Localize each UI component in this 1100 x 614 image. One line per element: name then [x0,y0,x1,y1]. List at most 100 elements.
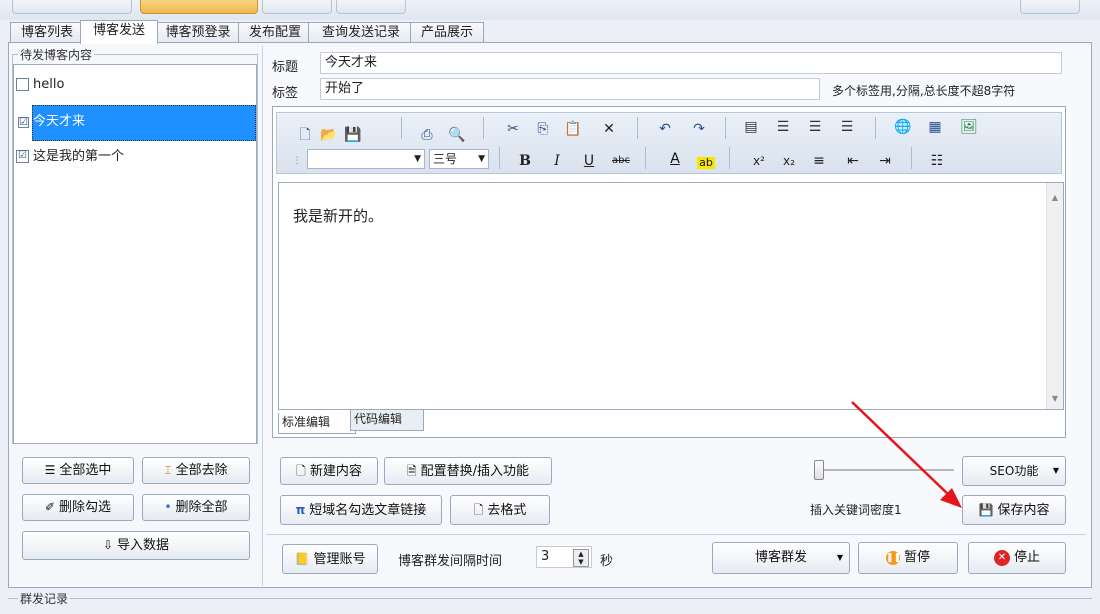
paste-icon[interactable]: 📋 [563,119,583,139]
scroll-down-icon[interactable]: ▼ [1047,394,1063,403]
chevron-down-icon: ▼ [1052,466,1059,475]
list-item-label: hello [33,77,65,92]
delete-checked-label: 删除勾选 [59,500,112,515]
link-icon[interactable]: 🌐 [893,117,913,137]
deselect-all-button[interactable]: ⌶ 全部去除 [142,457,250,484]
print-icon[interactable]: ⎙ [417,125,437,145]
tab-blog-prelogin[interactable]: 博客预登录 [154,22,242,43]
list-item[interactable]: ☑ 这是我的第一个 [16,145,124,169]
italic-icon[interactable]: I [547,151,567,171]
align-justify-icon[interactable]: ▤ [741,117,761,137]
seo-button[interactable]: SEO功能 ▼ [962,456,1066,486]
spin-arrows-icon[interactable]: ▲ ▼ [573,549,589,567]
new-doc-icon[interactable]: 🗋 [295,125,315,145]
strikethrough-icon[interactable]: abc [611,151,631,171]
align-center-icon[interactable]: ☰ [805,117,825,137]
editor-toolbar: 🗋 📂 💾 ⎙ 🔍 ✂ ⎘ 📋 ✕ ↶ ↷ ▤ ☰ ☰ ☰ 🌐 ▦ 🖼 ⋮ ▼ … [276,112,1062,174]
list-item-selected[interactable]: 今天才来 [32,105,256,141]
stop-button[interactable]: ✕ 停止 [968,542,1066,574]
tab-code-edit[interactable]: 代码编辑 [350,410,424,431]
tab-query-records[interactable]: 查询发送记录 [308,22,414,43]
tab-blog-list[interactable]: 博客列表 [10,22,84,43]
stop-label: 停止 [1013,550,1040,565]
redo-icon[interactable]: ↷ [689,119,709,139]
tags-hint: 多个标签用,分隔,总长度不超8字符 [832,84,1016,98]
deselect-all-label: 全部去除 [175,463,228,478]
clear-format-button[interactable]: 🗋 去格式 [450,495,550,525]
density-slider-thumb[interactable] [814,460,824,480]
tags-label: 标签 [272,86,299,101]
pending-content-title: 待发博客内容 [18,46,95,63]
open-folder-icon[interactable]: 📂 [319,125,339,145]
align-left-icon[interactable]: ☰ [773,117,793,137]
scroll-up-icon[interactable]: ▲ [1047,193,1063,202]
top-button-2[interactable] [140,0,258,14]
bold-icon[interactable]: B [515,151,535,171]
list-item[interactable]: hello [16,73,64,97]
top-button-1[interactable] [12,0,132,14]
eraser-icon: ✐ [44,500,56,514]
table-icon[interactable]: ▦ [925,117,945,137]
underline-icon[interactable]: U [579,151,599,171]
outdent-icon[interactable]: ⇤ [843,151,863,171]
select-all-button[interactable]: ☰ 全部选中 [22,457,134,484]
top-button-4[interactable] [336,0,406,14]
checkbox-checked[interactable]: ☑ [16,150,29,163]
import-icon: ⇩ [102,538,114,552]
font-family-select[interactable]: ▼ [307,149,425,169]
font-size-select[interactable]: 三号 ▼ [429,149,489,169]
checkbox-checked[interactable]: ☑ [18,117,29,128]
manage-accounts-button[interactable]: 📒 管理账号 [282,544,378,574]
save-content-button[interactable]: 💾 保存内容 [962,495,1066,525]
top-button-5[interactable] [1020,0,1080,14]
separator [875,117,876,139]
ordered-list-icon[interactable]: ≡ [809,151,829,171]
source-icon[interactable]: ☷ [927,151,947,171]
seo-label: SEO功能 [989,464,1039,478]
import-data-button[interactable]: ⇩ 导入数据 [22,531,250,560]
list-item-label: 今天才来 [33,114,86,129]
cut-icon[interactable]: ✂ [503,119,523,139]
interval-label: 博客群发间隔时间 [398,554,503,569]
interval-stepper[interactable]: 3 ▲ ▼ [536,546,592,568]
title-input[interactable]: 今天才来 [320,52,1062,74]
save-icon[interactable]: 💾 [343,125,363,145]
indent-icon[interactable]: ⇥ [875,151,895,171]
delete-checked-button[interactable]: ✐ 删除勾选 [22,494,134,521]
short-domain-button[interactable]: π 短域名勾选文章链接 [280,495,442,525]
undo-icon[interactable]: ↶ [655,119,675,139]
mass-send-log-title: 群发记录 [18,590,71,607]
mass-send-log-group [8,598,1092,614]
tab-blog-send[interactable]: 博客发送 [80,20,158,44]
pause-icon: ❚❚ [885,550,902,565]
separator [729,147,730,169]
mass-send-button[interactable]: 博客群发 ▼ [712,542,850,574]
align-right-icon[interactable]: ☰ [837,117,857,137]
image-icon[interactable]: 🖼 [959,117,979,137]
tab-publish-config[interactable]: 发布配置 [238,22,312,43]
tab-product-show[interactable]: 产品展示 [410,22,484,43]
copy-icon[interactable]: ⎘ [533,119,553,139]
new-content-button[interactable]: 🗋 新建内容 [280,457,378,485]
top-button-3[interactable] [262,0,332,14]
checkbox[interactable] [16,78,29,91]
editor-content-area[interactable]: 我是新开的。 ▲ ▼ [278,182,1064,410]
tab-standard-edit[interactable]: 标准编辑 [278,413,356,434]
preview-icon[interactable]: 🔍 [447,125,467,145]
pending-content-list[interactable]: hello 今天才来 ☑ ☑ 这是我的第一个 [13,64,257,444]
delete-icon[interactable]: ✕ [599,119,619,139]
separator [645,147,646,169]
font-color-icon[interactable]: A [665,149,685,169]
highlight-icon[interactable]: ab [697,157,715,169]
superscript-icon[interactable]: x² [749,151,769,171]
editor-scrollbar[interactable]: ▲ ▼ [1046,183,1063,409]
pause-button[interactable]: ❚❚ 暂停 [858,542,958,574]
config-replace-button[interactable]: 🗎 配置替换/插入功能 [384,457,552,485]
delete-all-button[interactable]: • 删除全部 [142,494,250,521]
pause-label: 暂停 [903,550,930,565]
save-icon: 💾 [978,503,994,517]
tags-input[interactable]: 开始了 [320,78,820,100]
separator [911,147,912,169]
subscript-icon[interactable]: x₂ [779,151,799,171]
dot-icon: • [164,500,172,514]
